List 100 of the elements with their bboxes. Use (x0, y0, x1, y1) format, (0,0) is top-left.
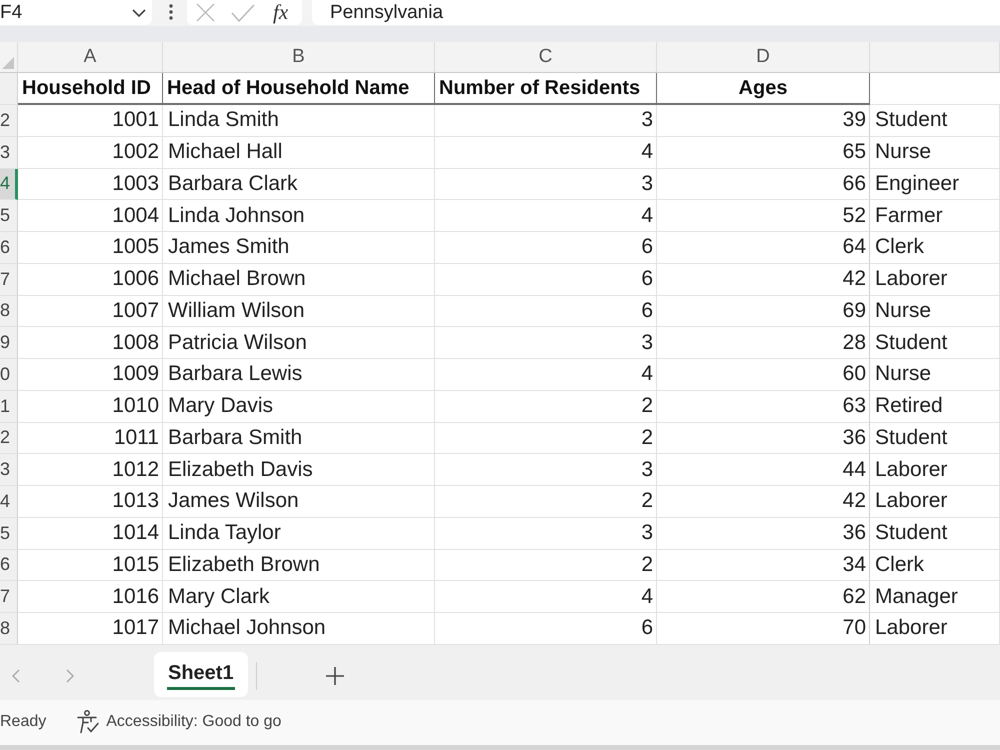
table-cell: 42 (657, 486, 870, 518)
table-cell: 1016 (18, 581, 163, 613)
table-cell: Michael Brown (163, 264, 435, 296)
row-header[interactable]: 2 (0, 105, 18, 137)
name-box[interactable]: F4 (0, 0, 152, 25)
column-header[interactable]: D (657, 42, 870, 73)
chevron-right-icon[interactable] (66, 668, 74, 683)
check-icon[interactable] (231, 4, 255, 22)
column-header[interactable]: A (18, 42, 163, 73)
table-cell: 3 (435, 518, 657, 550)
table-cell: 1015 (18, 550, 163, 582)
accessibility-status-button[interactable]: Accessibility: Good to go (76, 710, 282, 734)
table-cell: 64 (657, 232, 870, 264)
table-cell: 36 (657, 422, 870, 454)
header-cell: Household ID (18, 73, 163, 105)
table-cell: 39 (657, 105, 870, 137)
table-cell: Farmer (870, 200, 1000, 232)
table-cell: 4 (435, 359, 657, 391)
table-cell: 42 (657, 264, 870, 296)
table-cell: Engineer (870, 168, 1000, 200)
row-header[interactable]: 8 (0, 613, 18, 645)
table-cell: Barbara Smith (163, 422, 435, 454)
table-cell: 44 (657, 454, 870, 486)
insert-function-button[interactable]: fx (273, 0, 288, 25)
table-cell: Student (870, 518, 1000, 550)
cancel-icon[interactable] (196, 3, 215, 22)
table-cell: Elizabeth Davis (163, 454, 435, 486)
table-cell: 60 (657, 359, 870, 391)
select-all-button[interactable] (0, 42, 18, 73)
table-cell: Mary Clark (163, 581, 435, 613)
formula-input[interactable]: Pennsylvania (312, 0, 1000, 25)
table-cell: 3 (435, 454, 657, 486)
table-cell: 28 (657, 327, 870, 359)
table-cell: Nurse (870, 359, 1000, 391)
row-header[interactable] (0, 73, 18, 105)
table-cell: 3 (435, 105, 657, 137)
chevron-down-icon[interactable] (132, 8, 146, 16)
row-header[interactable]: 4 (0, 486, 18, 518)
row-header[interactable]: 5 (0, 200, 18, 232)
table-cell: 1006 (18, 264, 163, 296)
table-cell: Patricia Wilson (163, 327, 435, 359)
column-header[interactable]: C (435, 42, 657, 73)
table-cell: 1013 (18, 486, 163, 518)
table-cell: Mary Davis (163, 390, 435, 422)
table-cell: Student (870, 327, 1000, 359)
table-cell: 62 (657, 581, 870, 613)
table-cell: 3 (435, 168, 657, 200)
table-cell: 34 (657, 550, 870, 582)
table-cell: Retired (870, 390, 1000, 422)
table-cell: Linda Taylor (163, 518, 435, 550)
more-options-icon[interactable] (169, 4, 173, 20)
table-cell: 1004 (18, 200, 163, 232)
table-cell: Nurse (870, 296, 1000, 328)
row-header[interactable]: 8 (0, 296, 18, 328)
table-cell: Barbara Lewis (163, 359, 435, 391)
table-cell: 1011 (18, 422, 163, 454)
table-cell: Elizabeth Brown (163, 550, 435, 582)
row-header[interactable]: 5 (0, 518, 18, 550)
row-header[interactable]: 3 (0, 454, 18, 486)
row-header[interactable]: 0 (0, 359, 18, 391)
table-cell: 52 (657, 200, 870, 232)
chevron-left-icon[interactable] (12, 668, 20, 683)
table-cell: 1008 (18, 327, 163, 359)
row-header[interactable]: 9 (0, 327, 18, 359)
table-cell: 2 (435, 422, 657, 454)
table-cell: Student (870, 105, 1000, 137)
table-cell: 1007 (18, 296, 163, 328)
sheet-tab[interactable]: Sheet1 (154, 652, 248, 697)
row-header[interactable]: 6 (0, 550, 18, 582)
row-header[interactable]: 7 (0, 264, 18, 296)
header-cell: Number of Residents (435, 73, 657, 105)
status-text: Ready (0, 713, 46, 732)
table-cell: 4 (435, 136, 657, 168)
table-cell: William Wilson (163, 296, 435, 328)
table-cell: Clerk (870, 550, 1000, 582)
row-header[interactable]: 6 (0, 232, 18, 264)
header-cell: Head of Household Name (163, 73, 435, 105)
row-header[interactable]: 2 (0, 422, 18, 454)
table-cell: 2 (435, 550, 657, 582)
table-cell: 6 (435, 296, 657, 328)
table-cell: 1014 (18, 518, 163, 550)
table-cell: 1010 (18, 390, 163, 422)
row-header[interactable]: 7 (0, 581, 18, 613)
row-header[interactable]: 3 (0, 136, 18, 168)
table-cell: 6 (435, 264, 657, 296)
accessibility-check-icon (76, 710, 100, 734)
column-header[interactable] (870, 42, 1000, 73)
table-cell: Nurse (870, 136, 1000, 168)
table-cell: Linda Johnson (163, 200, 435, 232)
table-cell: Student (870, 422, 1000, 454)
column-header[interactable]: B (163, 42, 435, 73)
table-cell: 1003 (18, 168, 163, 200)
triangle-icon (2, 57, 14, 69)
table-cell: Clerk (870, 232, 1000, 264)
row-header[interactable]: 1 (0, 390, 18, 422)
plus-icon[interactable] (326, 666, 344, 685)
table-cell: Linda Smith (163, 105, 435, 137)
table-cell: 6 (435, 232, 657, 264)
row-header[interactable]: 4 (0, 168, 18, 200)
table-cell: 1009 (18, 359, 163, 391)
